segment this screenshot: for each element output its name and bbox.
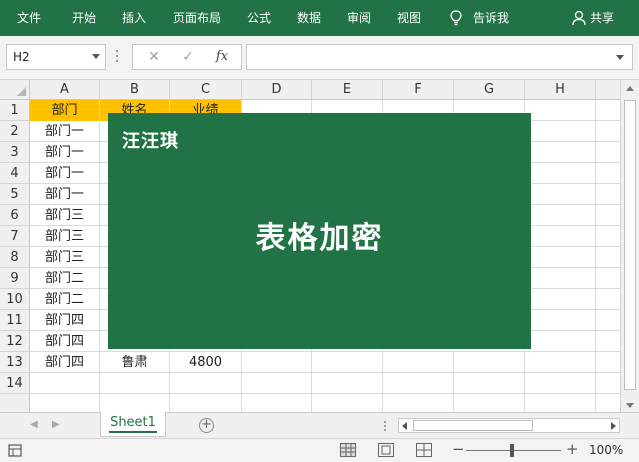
column-header-d[interactable]: D (242, 80, 312, 100)
row-header-3[interactable]: 3 (0, 142, 30, 163)
status-bar: − + 100% (0, 438, 639, 462)
row-header-2[interactable]: 2 (0, 121, 30, 142)
row-header-overflow (0, 394, 30, 412)
row-header-10[interactable]: 10 (0, 289, 30, 310)
row-header-13[interactable]: 13 (0, 352, 30, 373)
gridline (30, 393, 620, 394)
cancel-icon[interactable]: ✕ (139, 45, 169, 69)
normal-view-icon[interactable] (340, 443, 356, 457)
brand-label: 汪汪琪 (122, 131, 179, 152)
scroll-thumb[interactable] (624, 100, 636, 390)
tab-home[interactable]: 开始 (72, 0, 96, 36)
row-header-14[interactable]: 14 (0, 373, 30, 394)
formula-input[interactable] (246, 44, 633, 70)
zoom-level[interactable]: 100% (589, 443, 623, 457)
row-header-6[interactable]: 6 (0, 205, 30, 226)
tab-formulas[interactable]: 公式 (247, 0, 271, 36)
ribbon-menu-bar: 文件 开始 插入 页面布局 公式 数据 审阅 视图 告诉我 共享 (0, 0, 639, 36)
formula-bar: H2 ✕ ✓ fx (0, 36, 639, 80)
cell-b13[interactable]: 鲁肃 (100, 352, 169, 373)
tab-file[interactable]: 文件 (17, 0, 41, 36)
zoom-slider-thumb[interactable] (510, 444, 514, 457)
scroll-up-icon[interactable] (626, 86, 634, 91)
share-button[interactable]: 共享 (590, 0, 614, 36)
row-header-11[interactable]: 11 (0, 310, 30, 331)
sheet-tab-bar: ◀ ▶ Sheet1 + (0, 412, 639, 438)
page-layout-view-icon[interactable] (378, 443, 394, 457)
row-header-1[interactable]: 1 (0, 100, 30, 121)
next-sheet-icon[interactable]: ▶ (52, 419, 60, 430)
insert-function-icon[interactable]: fx (207, 45, 237, 69)
formula-tools: ✕ ✓ fx (132, 44, 242, 70)
row-header-8[interactable]: 8 (0, 247, 30, 268)
zoom-in-button[interactable]: + (566, 440, 579, 458)
cell-a13[interactable]: 部门四 (30, 352, 99, 373)
expand-formula-icon[interactable] (616, 55, 624, 60)
vertical-scrollbar[interactable] (620, 80, 639, 412)
cell-a6[interactable]: 部门三 (30, 205, 99, 226)
column-header-c[interactable]: C (170, 80, 242, 100)
page-break-view-icon[interactable] (416, 443, 432, 457)
name-box-value: H2 (13, 50, 30, 64)
lightbulb-icon[interactable] (450, 10, 462, 26)
column-header-b[interactable]: B (100, 80, 170, 100)
macro-record-icon[interactable] (8, 444, 22, 457)
drag-handle-icon[interactable] (116, 50, 119, 64)
cell-a9[interactable]: 部门二 (30, 268, 99, 289)
chevron-down-icon[interactable] (92, 54, 100, 59)
horizontal-scrollbar[interactable] (398, 418, 620, 433)
tab-data[interactable]: 数据 (297, 0, 321, 36)
cell-a3[interactable]: 部门一 (30, 142, 99, 163)
cell-a10[interactable]: 部门二 (30, 289, 99, 310)
tab-view[interactable]: 视图 (397, 0, 421, 36)
scroll-right-icon[interactable] (611, 422, 616, 430)
row-header-5[interactable]: 5 (0, 184, 30, 205)
cell-c13[interactable]: 4800 (170, 352, 241, 373)
name-box[interactable]: H2 (6, 44, 106, 70)
row-header-12[interactable]: 12 (0, 331, 30, 352)
cell-a11[interactable]: 部门四 (30, 310, 99, 331)
column-header-g[interactable]: G (454, 80, 525, 100)
scroll-thumb[interactable] (413, 420, 533, 431)
row-header-9[interactable]: 9 (0, 268, 30, 289)
column-header-a[interactable]: A (30, 80, 100, 100)
cell-a8[interactable]: 部门三 (30, 247, 99, 268)
scroll-down-icon[interactable] (626, 403, 634, 408)
column-header-e[interactable]: E (312, 80, 383, 100)
cell-a1[interactable]: 部门 (30, 100, 99, 121)
cell-a4[interactable]: 部门一 (30, 163, 99, 184)
column-header-f[interactable]: F (383, 80, 454, 100)
tell-me-button[interactable]: 告诉我 (473, 0, 509, 36)
row-header-4[interactable]: 4 (0, 163, 30, 184)
select-all-button[interactable] (0, 80, 30, 100)
zoom-out-button[interactable]: − (452, 440, 465, 458)
prev-sheet-icon[interactable]: ◀ (30, 419, 38, 430)
column-header-overflow (596, 80, 620, 100)
tab-page-layout[interactable]: 页面布局 (173, 0, 221, 36)
tab-review[interactable]: 审阅 (347, 0, 371, 36)
cell-a7[interactable]: 部门三 (30, 226, 99, 247)
cell-a5[interactable]: 部门一 (30, 184, 99, 205)
card-title: 表格加密 (255, 221, 384, 256)
enter-icon[interactable]: ✓ (173, 45, 203, 69)
cell-a12[interactable]: 部门四 (30, 331, 99, 352)
title-card: 汪汪琪 表格加密 (108, 113, 531, 349)
active-tab-underline (109, 431, 157, 433)
sheet-tab-label: Sheet1 (110, 415, 156, 430)
gridline (595, 100, 596, 412)
drag-handle-icon[interactable] (384, 421, 387, 433)
tab-insert[interactable]: 插入 (122, 0, 146, 36)
column-header-h[interactable]: H (525, 80, 596, 100)
cell-a2[interactable]: 部门一 (30, 121, 99, 142)
person-icon[interactable] (572, 10, 586, 26)
scroll-left-icon[interactable] (402, 422, 407, 430)
row-header-7[interactable]: 7 (0, 226, 30, 247)
add-sheet-button[interactable]: + (199, 418, 214, 433)
sheet-tab-sheet1[interactable]: Sheet1 (100, 412, 166, 437)
